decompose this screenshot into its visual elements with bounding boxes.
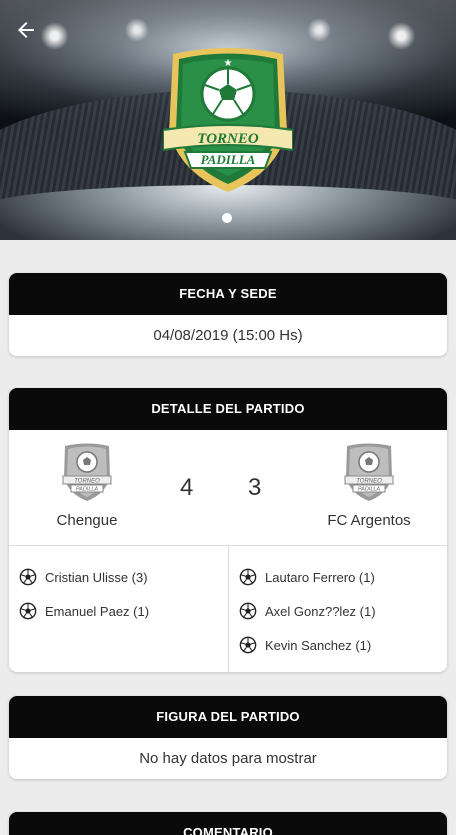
figura-value: No hay datos para mostrar [139, 750, 317, 767]
figura-title: FIGURA DEL PARTIDO [9, 696, 447, 738]
carousel-dot[interactable] [222, 213, 232, 223]
home-scorer-item: Emanuel Paez (1) [19, 594, 218, 628]
home-team-crest-icon: TORNEO PADILLA [62, 443, 112, 501]
comentario-card: COMENTARIO [9, 812, 447, 835]
away-scorer-item: Kevin Sanchez (1) [239, 628, 437, 662]
fecha-title: FECHA Y SEDE [9, 273, 447, 315]
back-arrow-icon[interactable] [14, 18, 42, 46]
soccer-ball-icon [239, 602, 257, 620]
detalle-title: DETALLE DEL PARTIDO [9, 388, 447, 430]
away-scorers: Lautaro Ferrero (1) Axel Gonz??lez (1) K… [228, 546, 447, 672]
scorer-name: Cristian Ulisse (3) [45, 569, 148, 585]
away-crest-text-1: TORNEO [356, 479, 382, 485]
header-banner: ★ TORNEO PADILLA [0, 0, 456, 240]
home-team[interactable]: TORNEO PADILLA Chengue [17, 442, 157, 529]
away-scorer-item: Axel Gonz??lez (1) [239, 594, 437, 628]
soccer-ball-icon [19, 568, 37, 586]
away-team-crest-icon: TORNEO PADILLA [344, 443, 394, 501]
figura-card: FIGURA DEL PARTIDO No hay datos para mos… [9, 696, 447, 779]
match-summary: TORNEO PADILLA Chengue 4 3 TORNEO PADILL… [9, 430, 447, 546]
away-team[interactable]: TORNEO PADILLA FC Argentos [299, 442, 439, 529]
scorers-list: Cristian Ulisse (3) Emanuel Paez (1) Lau… [9, 546, 447, 672]
detalle-card: DETALLE DEL PARTIDO TORNEO PADILLA Cheng… [9, 388, 447, 672]
scorer-name: Kevin Sanchez (1) [265, 637, 372, 653]
home-crest-text-2: PADILLA [76, 487, 99, 493]
logo-text-padilla: PADILLA [201, 152, 256, 167]
logo-text-torneo: TORNEO [197, 131, 259, 147]
away-scorer-item: Lautaro Ferrero (1) [239, 560, 437, 594]
home-score: 4 [180, 474, 194, 501]
home-team-name: Chengue [56, 512, 118, 529]
away-team-name: FC Argentos [327, 512, 411, 529]
away-crest-text-2: PADILLA [358, 487, 381, 493]
home-scorers: Cristian Ulisse (3) Emanuel Paez (1) [9, 546, 228, 672]
scorer-name: Emanuel Paez (1) [45, 603, 150, 619]
fecha-card: FECHA Y SEDE 04/08/2019 (15:00 Hs) [9, 273, 447, 356]
tournament-logo: ★ TORNEO PADILLA [163, 48, 293, 192]
soccer-ball-icon [239, 568, 257, 586]
soccer-ball-icon [239, 636, 257, 654]
soccer-ball-icon [19, 602, 37, 620]
away-score: 3 [248, 474, 262, 501]
fecha-value: 04/08/2019 (15:00 Hs) [153, 327, 303, 344]
scorer-name: Lautaro Ferrero (1) [265, 569, 375, 585]
scorer-name: Axel Gonz??lez (1) [265, 603, 376, 619]
home-scorer-item: Cristian Ulisse (3) [19, 560, 218, 594]
comentario-title: COMENTARIO [9, 812, 447, 835]
home-crest-text-1: TORNEO [74, 479, 100, 485]
